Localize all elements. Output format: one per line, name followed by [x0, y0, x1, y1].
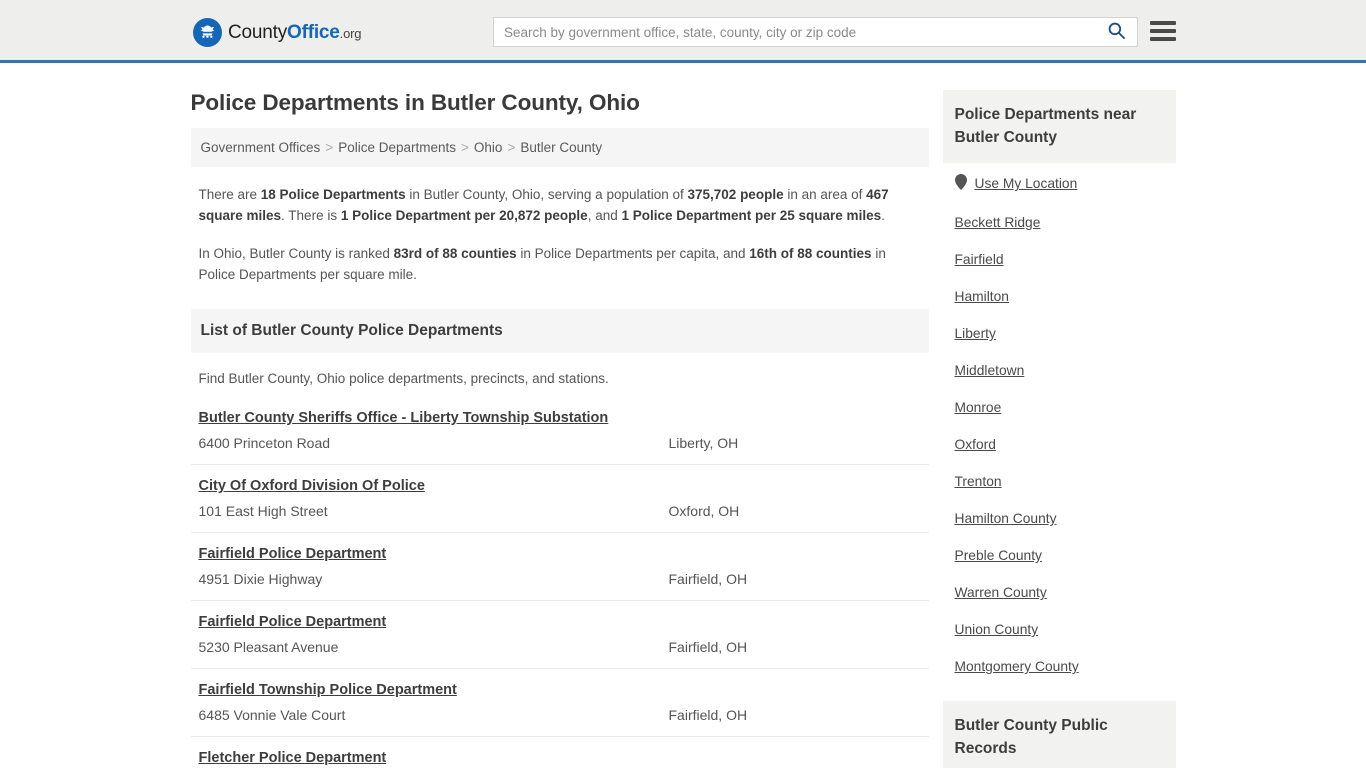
- rank-highlight: 83rd of 88 counties: [393, 246, 517, 261]
- intro-paragraph-ranking: In Ohio, Butler County is ranked 83rd of…: [199, 244, 909, 285]
- hamburger-bar: [1150, 29, 1176, 33]
- logo-text-office: Office: [287, 22, 340, 43]
- police-department-name-link[interactable]: City Of Oxford Division Of Police: [199, 478, 425, 494]
- police-department-name-link[interactable]: Fairfield Police Department: [199, 614, 387, 630]
- stat-text: in an area of: [783, 187, 867, 202]
- police-department-name-link[interactable]: Fairfield Police Department: [199, 546, 387, 562]
- police-department-row: Fairfield Township Police Department 6485…: [190, 668, 929, 736]
- police-department-address: 6485 Vonnie Vale Court: [198, 707, 346, 723]
- hamburger-menu-icon[interactable]: [1150, 21, 1176, 41]
- page-body: Police Departments in Butler County, Ohi…: [0, 63, 1366, 768]
- stat-text: in Butler County, Ohio, serving a popula…: [405, 187, 688, 202]
- stat-text: . There is: [281, 207, 341, 223]
- sidebar-location-link[interactable]: Fairfield: [955, 241, 1176, 278]
- police-department-address: 6400 Princeton Road: [198, 435, 331, 451]
- search-bar: [493, 17, 1138, 47]
- eagle-shield-icon: [193, 18, 222, 47]
- sidebar-nearby-links: Use My Location Beckett Ridge Fairfield Ha…: [943, 163, 1176, 685]
- sidebar-location-link[interactable]: Montgomery County: [955, 648, 1176, 685]
- logo-text-county: County: [228, 22, 288, 43]
- sidebar-public-records-heading: Butler County Public Records: [942, 701, 1176, 768]
- police-department-address: 5230 Pleasant Avenue: [198, 639, 339, 655]
- police-department-row: Fletcher Police Department501 East High …: [190, 736, 929, 768]
- search-button[interactable]: [1095, 18, 1137, 46]
- sidebar-location-link[interactable]: Liberty: [955, 315, 1176, 352]
- police-department-address: 4951 Dixie Highway: [198, 571, 323, 587]
- stat-text: , and: [587, 207, 622, 223]
- map-pin-icon: [954, 174, 967, 193]
- page-title: Police Departments in Butler County, Ohi…: [190, 90, 640, 115]
- breadcrumb: Government Offices > Police Departments > Oh…: [190, 128, 929, 167]
- police-department-city: Fairfield, OH: [668, 639, 748, 655]
- police-department-row: City Of Oxford Division Of Police 101 Eas…: [190, 464, 929, 532]
- police-department-city: Oxford, OH: [668, 503, 740, 519]
- sidebar-location-link[interactable]: Beckett Ridge: [955, 204, 1176, 241]
- police-department-name-link[interactable]: Fairfield Township Police Department: [199, 682, 457, 698]
- police-department-city: Fairfield, OH: [668, 707, 748, 723]
- police-department-name-link[interactable]: Fletcher Police Department: [199, 750, 387, 766]
- police-department-address: 101 East High Street: [198, 503, 328, 519]
- breadcrumb-item[interactable]: Ohio: [474, 140, 503, 155]
- list-section-subtext: Find Butler County, Ohio police departme…: [198, 371, 609, 386]
- police-department-list: Butler County Sheriffs Office - Liberty …: [190, 400, 929, 768]
- police-department-row: Fairfield Police Department 5230 Pleasant…: [190, 600, 929, 668]
- logo-wordmark: CountyOffice.org: [228, 23, 361, 42]
- sidebar-location-links: Beckett Ridge Fairfield Hamilton Liberty Mid…: [955, 204, 1176, 685]
- sidebar-location-link[interactable]: Monroe: [955, 389, 1176, 426]
- breadcrumb-separator: >: [507, 140, 516, 155]
- sidebar-location-link[interactable]: Trenton: [955, 463, 1176, 500]
- stat-text: .: [881, 207, 885, 223]
- rank-highlight: 16th of 88 counties: [749, 246, 872, 261]
- rank-text: In Ohio, Butler County is ranked: [198, 246, 394, 261]
- breadcrumb-item[interactable]: Government Offices: [201, 140, 321, 155]
- police-department-name-link[interactable]: Butler County Sheriffs Office - Liberty …: [199, 410, 609, 426]
- search-icon: [1107, 21, 1126, 43]
- sidebar-location-link[interactable]: Warren County: [955, 574, 1176, 611]
- stat-highlight: 375,702 people: [687, 187, 784, 202]
- police-department-city: Fairfield, OH: [668, 571, 748, 587]
- sidebar-item-use-my-location[interactable]: Use My Location: [954, 163, 1176, 204]
- sidebar-nearby-heading: Police Departments near Butler County: [942, 90, 1176, 163]
- site-logo[interactable]: CountyOffice.org: [193, 18, 361, 47]
- sidebar-location-link[interactable]: Middletown: [955, 352, 1176, 389]
- rank-text: in Police Departments per capita, and: [516, 246, 750, 261]
- breadcrumb-item[interactable]: Butler County: [520, 140, 602, 155]
- site-header: CountyOffice.org: [0, 0, 1366, 63]
- police-department-row: Butler County Sheriffs Office - Liberty …: [191, 400, 929, 464]
- breadcrumb-separator: >: [461, 140, 469, 155]
- stat-highlight: 1 Police Department per 25 square miles: [621, 207, 882, 223]
- police-department-row: Fairfield Police Department 4951 Dixie Hi…: [190, 532, 929, 600]
- main-content: Police Departments in Butler County, Ohi…: [190, 63, 929, 768]
- stat-highlight: 18 Police Departments: [260, 187, 406, 202]
- stat-text: There are: [198, 187, 261, 202]
- breadcrumb-separator: >: [325, 140, 334, 155]
- sidebar-location-link[interactable]: Hamilton: [955, 278, 1176, 315]
- breadcrumb-item[interactable]: Police Departments: [338, 140, 456, 155]
- hamburger-bar: [1150, 21, 1176, 25]
- use-my-location-label: Use My Location: [974, 176, 1078, 191]
- sidebar-location-link[interactable]: Preble County: [955, 537, 1176, 574]
- hamburger-bar: [1150, 37, 1176, 41]
- search-input[interactable]: [494, 18, 1095, 46]
- sidebar-location-link[interactable]: Union County: [955, 611, 1176, 648]
- sidebar-location-link[interactable]: Oxford: [955, 426, 1176, 463]
- police-department-city: Liberty, OH: [668, 435, 739, 451]
- sidebar: Police Departments near Butler County Us…: [942, 63, 1176, 768]
- list-section-heading: List of Butler County Police Departments: [190, 309, 929, 353]
- logo-text-org: .org: [339, 26, 362, 41]
- sidebar-location-link[interactable]: Hamilton County: [955, 500, 1176, 537]
- stat-highlight: 1 Police Department per 20,872 people: [340, 207, 588, 223]
- intro-paragraph-stats: There are 18 Police Departments in Butle…: [199, 185, 909, 226]
